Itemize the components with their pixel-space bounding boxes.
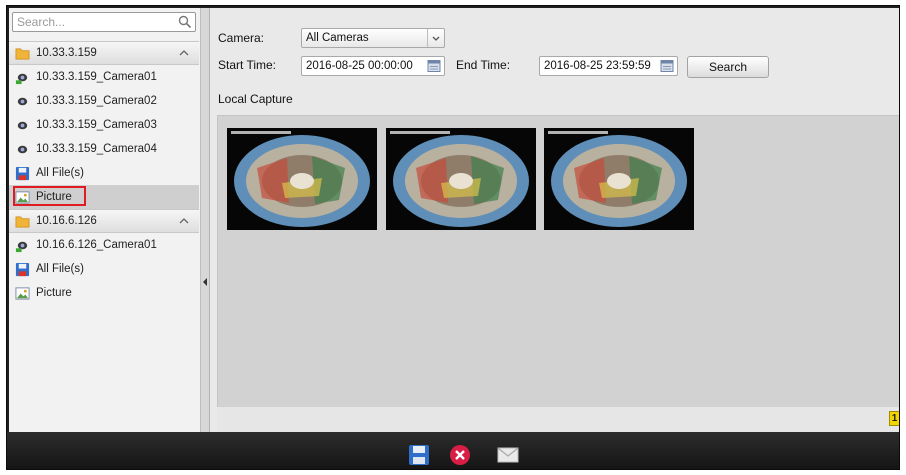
section-title: Local Capture xyxy=(218,92,293,106)
tree-item-picture[interactable]: Picture xyxy=(9,185,199,209)
sidebar-collapse-handle[interactable] xyxy=(201,8,210,432)
tree-item-camera02[interactable]: 10.33.3.159_Camera02 xyxy=(9,89,199,113)
end-time-value: 2016-08-25 23:59:59 xyxy=(544,60,651,72)
email-icon[interactable] xyxy=(497,444,519,466)
save-icon[interactable] xyxy=(408,444,430,466)
start-time-field[interactable]: 2016-08-25 00:00:00 xyxy=(301,56,445,76)
camera-select-value: All Cameras xyxy=(306,32,369,44)
chevron-up-icon[interactable] xyxy=(179,48,189,58)
bottom-toolbar xyxy=(7,432,899,469)
save-files-icon xyxy=(15,262,30,276)
camera-icon xyxy=(17,145,28,153)
tree-item-label: All File(s) xyxy=(36,167,84,179)
capture-thumbnail[interactable] xyxy=(386,128,536,230)
tree-item-all-files[interactable]: All File(s) xyxy=(9,161,199,185)
start-time-value: 2016-08-25 00:00:00 xyxy=(306,60,413,72)
start-time-label: Start Time: xyxy=(218,58,277,72)
calendar-icon[interactable] xyxy=(427,59,441,73)
end-time-field[interactable]: 2016-08-25 23:59:59 xyxy=(539,56,678,76)
collapse-arrow-icon xyxy=(203,278,207,286)
search-icon[interactable] xyxy=(178,15,192,29)
tree-item-label: 10.33.3.159_Camera04 xyxy=(36,143,157,155)
tree-item-all-files[interactable]: All File(s) xyxy=(9,257,199,281)
camera-select[interactable]: All Cameras xyxy=(301,28,445,48)
search-button[interactable]: Search xyxy=(687,56,769,78)
folder-icon xyxy=(15,215,30,227)
pagination-bar: 1 xyxy=(217,407,899,432)
save-files-icon xyxy=(15,166,30,180)
sidebar-search xyxy=(12,12,196,32)
end-time-label: End Time: xyxy=(456,58,511,72)
tree-item-label: 10.33.3.159 xyxy=(36,47,97,59)
dropdown-toggle[interactable] xyxy=(427,29,444,47)
delete-icon[interactable] xyxy=(449,444,471,466)
tree-item-picture[interactable]: Picture xyxy=(9,281,199,305)
tree-item-camera01[interactable]: 10.33.3.159_Camera01 xyxy=(9,65,199,89)
capture-grid xyxy=(217,115,899,408)
capture-thumbnail[interactable] xyxy=(544,128,694,230)
camera-online-icon xyxy=(15,73,28,84)
search-input[interactable] xyxy=(13,13,177,31)
chevron-up-icon[interactable] xyxy=(179,216,189,226)
picture-icon xyxy=(15,286,30,300)
tree-item-label: 10.16.6.126 xyxy=(36,215,97,227)
tree-item-label: 10.33.3.159_Camera02 xyxy=(36,95,157,107)
tree-group-10-16-6-126[interactable]: 10.16.6.126 xyxy=(9,209,199,233)
selection-highlight xyxy=(13,186,86,206)
calendar-icon[interactable] xyxy=(660,59,674,73)
tree-item-label: 10.33.3.159_Camera03 xyxy=(36,119,157,131)
fisheye-image xyxy=(544,128,694,230)
camera-icon xyxy=(17,97,28,105)
tree-item-label: 10.33.3.159_Camera01 xyxy=(36,71,157,83)
camera-icon xyxy=(17,121,28,129)
camera-label: Camera: xyxy=(218,31,265,45)
tree-group-10-33-3-159[interactable]: 10.33.3.159 xyxy=(9,41,199,65)
fisheye-image xyxy=(227,128,377,230)
tree-item-camera01[interactable]: 10.16.6.126_Camera01 xyxy=(9,233,199,257)
folder-icon xyxy=(15,47,30,59)
chevron-down-icon xyxy=(432,36,440,41)
tree-item-camera03[interactable]: 10.33.3.159_Camera03 xyxy=(9,113,199,137)
tree-item-label: 10.16.6.126_Camera01 xyxy=(36,239,157,251)
fisheye-image xyxy=(386,128,536,230)
tree-item-label: All File(s) xyxy=(36,263,84,275)
app-window: 10.33.3.159 10.33.3.159_Camera01 10.33.3… xyxy=(6,5,900,470)
tree-item-label: Picture xyxy=(36,287,72,299)
sidebar: 10.33.3.159 10.33.3.159_Camera01 10.33.3… xyxy=(9,8,201,432)
capture-thumbnail[interactable] xyxy=(227,128,377,230)
page-number-badge[interactable]: 1 xyxy=(889,411,899,426)
main-panel: Camera: All Cameras Start Time: 2016-08-… xyxy=(210,8,899,432)
camera-online-icon xyxy=(15,241,28,252)
tree-item-camera04[interactable]: 10.33.3.159_Camera04 xyxy=(9,137,199,161)
